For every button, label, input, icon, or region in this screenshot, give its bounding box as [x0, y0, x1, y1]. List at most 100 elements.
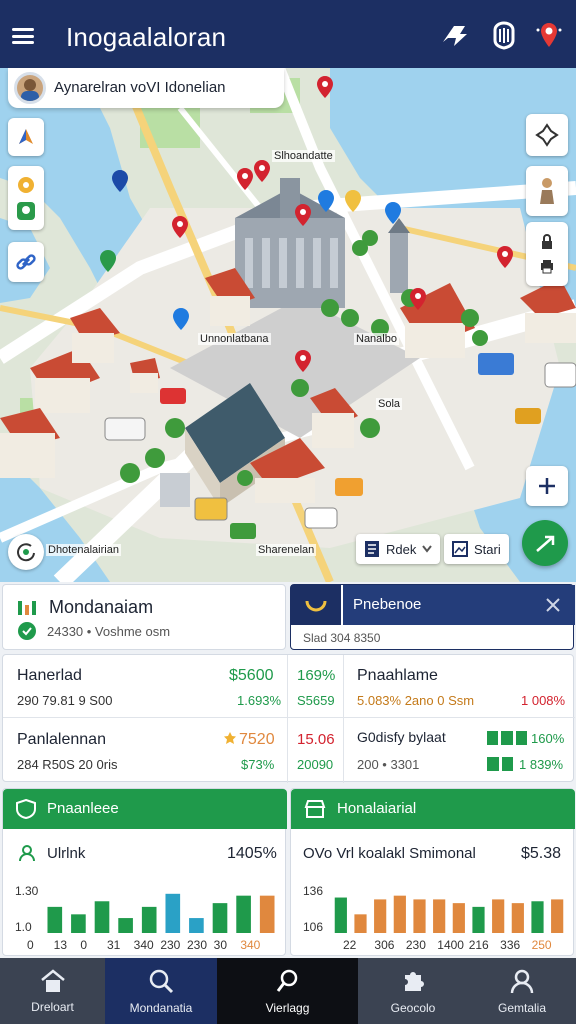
plus-icon — [539, 478, 555, 494]
chart-bar — [141, 906, 157, 933]
nav-item-profile[interactable]: Gemtalia — [468, 958, 576, 1024]
user-icon — [19, 845, 35, 862]
image-icon — [452, 541, 468, 557]
compass-icon — [19, 129, 33, 144]
x-tick-label: 340 — [134, 938, 154, 952]
series-total: 1405% — [227, 845, 277, 862]
nav-item-home[interactable]: Dreloart — [0, 958, 105, 1024]
nav-item-search[interactable]: Mondanatia — [105, 958, 217, 1024]
chart-bar — [472, 906, 485, 933]
nav-item-geo[interactable]: Geocolo — [358, 958, 468, 1024]
app-header: Inogaalaloran — [0, 0, 576, 68]
chart-bar — [492, 899, 505, 933]
row-name: Hanerlad — [17, 667, 82, 684]
profile-icon — [510, 969, 534, 994]
x-tick-label: 306 — [374, 938, 394, 952]
shield-icon[interactable] — [489, 20, 519, 50]
avatar[interactable] — [14, 72, 46, 104]
zoom-in-button[interactable] — [526, 466, 568, 506]
y-tick-label: 1.30 — [15, 884, 39, 898]
x-tick-label: 1400 — [437, 938, 464, 952]
series-total: $5.38 — [521, 845, 562, 862]
lock-icon[interactable] — [539, 234, 555, 250]
bottom-nav: Dreloart Mondanatia Vierlagg Geocolo Gem… — [0, 958, 576, 1024]
chart-bar — [531, 901, 544, 933]
bar-chart-icon — [18, 601, 36, 615]
city-map[interactable]: Slhoandatte Unnonlatbana Nanalbo Sola Dh… — [0, 68, 576, 582]
app-title: Inogaalaloran — [66, 22, 227, 52]
x-tick-label: 250 — [532, 938, 552, 952]
row-sub: 5.083% 2ano 0 Ssm — [357, 693, 475, 708]
streetview-button[interactable] — [526, 166, 568, 216]
x-tick-label: 30 — [214, 938, 228, 952]
directions-fab[interactable] — [522, 520, 568, 566]
search-input[interactable]: Aynarelran voVI Idonelian — [54, 79, 226, 96]
back-chip[interactable]: Rdek — [356, 534, 441, 564]
chart-card-right: Honalaiarial OVo Vrl koalakl Smimonal $5… — [290, 788, 575, 956]
status-bars — [487, 757, 513, 771]
summary-card-right[interactable]: Pnebenoe Slad 304 8350 — [290, 584, 575, 650]
zoom-controls[interactable] — [526, 222, 568, 286]
y-tick-label: 1.0 — [15, 920, 32, 934]
status-icon — [18, 622, 36, 640]
chart-bar — [452, 903, 465, 933]
recenter-button[interactable] — [8, 534, 44, 570]
chart-card-left: Pnaanleee Ulrlnk 1405% 1.30 1.0 0 13 0 31 340 2… — [2, 788, 287, 956]
location-search-bar[interactable]: Aynarelran voVI Idonelian — [8, 68, 284, 108]
nav-label: Gemtalia — [497, 1001, 547, 1015]
chart-bar — [212, 903, 228, 933]
poi-filter-group[interactable] — [8, 166, 44, 230]
stats-table: Hanerlad $5600 290 79.81 9 S00 1.693% Pa… — [2, 654, 575, 783]
close-icon[interactable] — [545, 597, 561, 613]
row-sub: 200 • 3301 — [357, 757, 420, 772]
mid-sub: 20090 — [297, 757, 334, 772]
start-chip[interactable]: Stari — [444, 534, 509, 564]
x-tick-label: 31 — [107, 938, 121, 952]
printer-icon[interactable] — [539, 258, 555, 274]
magnifier-icon — [276, 969, 297, 992]
storefront-icon — [304, 800, 326, 818]
status-bars — [487, 731, 527, 745]
chart-bar — [94, 901, 110, 933]
map-label: Slhoandatte — [272, 150, 335, 162]
mid-sub: S5659 — [297, 693, 335, 708]
panel-subtitle: Slad 304 8350 — [303, 631, 381, 645]
park-icon[interactable] — [16, 201, 36, 221]
summary-card-left[interactable]: Mondanaiam 24330 • Voshme osm — [2, 584, 286, 650]
x-tick-label: 22 — [343, 938, 357, 952]
shield-check-icon — [16, 799, 36, 819]
x-tick-label: 336 — [500, 938, 520, 952]
link-button[interactable] — [8, 242, 44, 282]
bar-chart-left: 1.30 1.0 0 13 0 31 340 230 230 30 340 — [15, 884, 275, 952]
chart-bar — [189, 918, 204, 933]
recenter-icon — [17, 543, 35, 562]
chart-header-label: Pnaanleee — [47, 800, 119, 817]
location-pin-icon[interactable] — [534, 20, 564, 50]
row-name: Panlalennan — [17, 731, 106, 748]
chart-bar — [236, 895, 251, 933]
nav-label: Dreloart — [31, 1000, 74, 1014]
directions-icon — [536, 535, 555, 552]
chart-bar — [393, 895, 406, 933]
panel-title: Pnebenoe — [353, 596, 422, 613]
navigate-icon[interactable] — [440, 20, 470, 50]
x-tick-label: 0 — [80, 938, 87, 952]
panel-subtitle: 24330 • Voshme osm — [47, 624, 171, 639]
x-tick-label: 216 — [469, 938, 489, 952]
layers-button[interactable] — [8, 118, 44, 156]
fullscreen-button[interactable] — [526, 114, 568, 156]
nav-label: Mondanatia — [129, 1001, 193, 1015]
row-value: 7520 — [239, 731, 275, 748]
start-chip-label: Stari — [474, 541, 501, 557]
menu-icon[interactable] — [12, 28, 34, 44]
nav-item-explore[interactable]: Vierlagg — [217, 958, 358, 1024]
row-pct: 1.693% — [237, 693, 282, 708]
chart-bar — [354, 914, 367, 933]
row-value: 160% — [531, 731, 565, 746]
chart-bar — [433, 899, 446, 933]
star-icon — [224, 732, 236, 744]
food-icon[interactable] — [16, 175, 36, 195]
panel-icon-block — [291, 585, 341, 625]
link-icon — [16, 254, 36, 270]
row-pct: $73% — [241, 757, 275, 772]
